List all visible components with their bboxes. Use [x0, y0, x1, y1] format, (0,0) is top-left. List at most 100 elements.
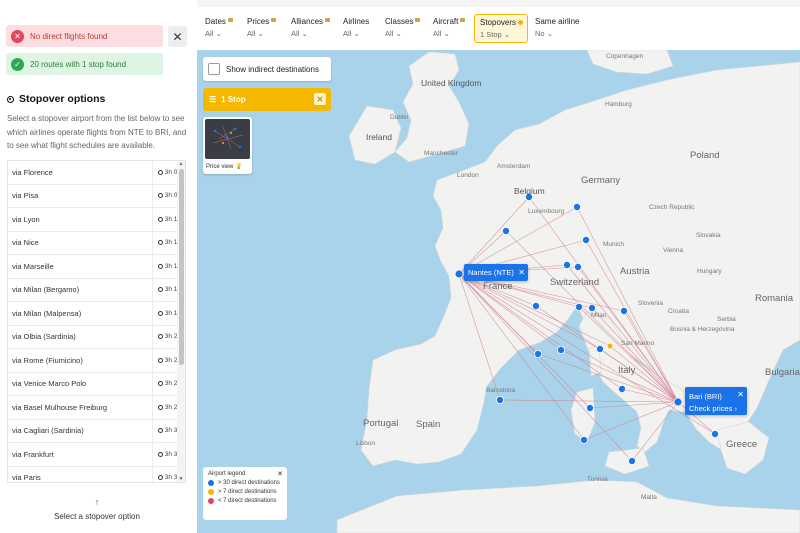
- check-prices-link[interactable]: Check prices ›: [689, 404, 737, 413]
- legend-dot: [208, 480, 214, 486]
- scroll-down-icon[interactable]: ▼: [177, 476, 185, 482]
- stopover-row[interactable]: via Venice Marco Polo 3h 20: [8, 372, 185, 396]
- airport-marker[interactable]: [501, 226, 510, 235]
- stopover-row[interactable]: via Rome (Fiumicino) 3h 20: [8, 349, 185, 373]
- map-label-luxembourg: Luxembourg: [528, 208, 565, 215]
- stopover-row-label: via Milan (Malpensa): [12, 308, 82, 318]
- close-panel-button[interactable]: ✕: [168, 26, 187, 47]
- airport-marker[interactable]: [562, 260, 571, 269]
- filter-prices[interactable]: Prices All ⌄: [247, 17, 277, 38]
- filter-prices-value: All: [247, 29, 256, 38]
- show-indirect-destinations-toggle[interactable]: Show indirect destinations: [203, 57, 331, 81]
- close-icon[interactable]: ✕: [314, 93, 326, 105]
- lock-icon: [227, 18, 233, 22]
- close-icon: ✕: [11, 29, 24, 43]
- filter-classes[interactable]: Classes All ⌄: [385, 17, 421, 38]
- map-label-london: London: [457, 172, 479, 179]
- land-north-africa: [336, 479, 800, 533]
- airport-marker[interactable]: [711, 429, 720, 438]
- stopover-row[interactable]: via Florence 3h 05: [8, 161, 185, 185]
- airport-marker[interactable]: [627, 456, 636, 465]
- map-label-portugal: Portugal: [363, 418, 399, 429]
- check-icon: ✓: [11, 57, 24, 71]
- stop-filter-chip[interactable]: ☰ 1 Stop ✕: [203, 88, 331, 111]
- airport-marker[interactable]: [574, 302, 583, 311]
- filter-classes-value: All: [385, 29, 394, 38]
- filter-airlines[interactable]: Airlines All ⌄: [343, 17, 369, 38]
- stopover-description: Select a stopover airport from the list …: [7, 114, 187, 150]
- airport-marker[interactable]: [595, 344, 604, 353]
- filter-dates[interactable]: Dates All ⌄: [205, 17, 233, 38]
- stopover-row[interactable]: via Cagliari (Sardinia) 3h 30: [8, 419, 185, 443]
- airport-marker[interactable]: [531, 301, 540, 310]
- legend-title: Airport legend: [208, 471, 246, 477]
- scroll-up-icon[interactable]: ▲: [177, 161, 185, 167]
- close-icon[interactable]: ✕: [277, 470, 283, 478]
- stopover-row[interactable]: via Nice 3h 10: [8, 231, 185, 255]
- airport-marker[interactable]: [581, 235, 590, 244]
- destination-airport-marker[interactable]: [673, 397, 683, 407]
- filter-airlines-value: All: [343, 29, 352, 38]
- stopover-row[interactable]: via Marseille 3h 15: [8, 255, 185, 279]
- map-label-milan: Milan: [591, 312, 607, 319]
- map-label-dublin: Dublin: [390, 114, 409, 121]
- select-stopover-text: Select a stopover option: [54, 512, 140, 521]
- stopover-row-label: via Paris: [12, 473, 41, 483]
- stopover-row[interactable]: via Lyon 3h 10: [8, 208, 185, 232]
- legend-item-small: < 7 direct destinations: [208, 498, 282, 504]
- lock-icon: [271, 18, 277, 22]
- price-view-button[interactable]: Price view 💡: [203, 117, 252, 174]
- stopover-row[interactable]: via Olbia (Sardinia) 3h 20: [8, 325, 185, 349]
- origin-tooltip[interactable]: Nantes (NTE) ✕: [464, 264, 528, 281]
- stopover-row[interactable]: via Milan (Bergamo) 3h 15: [8, 278, 185, 302]
- stopover-list-scrollbar[interactable]: ▲ ▼: [177, 161, 185, 482]
- stopover-row[interactable]: via Pisa 3h 05: [8, 184, 185, 208]
- airport-marker[interactable]: [617, 384, 626, 393]
- filter-alliances-value: All: [291, 29, 300, 38]
- airport-marker[interactable]: [585, 403, 594, 412]
- route-map[interactable]: United Kingdom Ireland Dublin Belgium Lu…: [197, 50, 800, 533]
- stopover-row[interactable]: via Paris 3h 35: [8, 466, 185, 483]
- stopover-row[interactable]: via Basel Mulhouse Freiburg 3h 25: [8, 396, 185, 420]
- stopover-list[interactable]: via Florence 3h 05 via Pisa 3h 05 via Lyon 3h…: [7, 160, 186, 483]
- legend-label: < 7 direct destinations: [218, 498, 277, 504]
- chevron-down-icon: ⌄: [546, 29, 553, 38]
- airport-marker[interactable]: [579, 435, 588, 444]
- airport-marker[interactable]: [533, 349, 542, 358]
- check-prices-text: Check prices: [689, 404, 733, 413]
- filter-bar: Dates All ⌄ Prices All ⌄ Alliances All ⌄…: [197, 0, 800, 50]
- airport-marker[interactable]: [619, 306, 628, 315]
- map-label-tunisia: Tunisia: [587, 476, 608, 483]
- success-alert-text: 20 routes with 1 stop found: [30, 59, 127, 69]
- filter-stopovers[interactable]: Stopovers 1 Stop ⌄: [474, 14, 529, 43]
- stopover-row[interactable]: via Milan (Malpensa) 3h 15: [8, 302, 185, 326]
- origin-airport-marker[interactable]: [454, 269, 464, 279]
- chevron-down-icon: ⌄: [443, 29, 450, 38]
- close-icon: ✕: [172, 29, 183, 44]
- map-label-united-kingdom: United Kingdom: [421, 78, 482, 88]
- filter-aircraft[interactable]: Aircraft All ⌄: [433, 17, 466, 38]
- airport-marker[interactable]: [587, 303, 596, 312]
- destination-tooltip[interactable]: Bari (BRI) Check prices › ✕: [685, 387, 747, 415]
- map-label-italy: Italy: [618, 365, 636, 376]
- stopover-title-text: Stopover options: [19, 93, 106, 105]
- filter-airlines-label: Airlines: [343, 17, 370, 26]
- stopover-row[interactable]: via Frankfurt 3h 30: [8, 443, 185, 467]
- map-label-austria: Austria: [620, 266, 650, 277]
- airport-marker[interactable]: [495, 395, 504, 404]
- airport-marker[interactable]: [573, 262, 582, 271]
- map-label-switzerland: Switzerland: [550, 277, 600, 288]
- airport-marker[interactable]: [556, 345, 565, 354]
- checkbox[interactable]: [208, 63, 220, 75]
- filter-alliances[interactable]: Alliances All ⌄: [291, 17, 331, 38]
- clock-icon: [157, 193, 163, 199]
- close-icon[interactable]: ✕: [737, 389, 744, 401]
- filter-same-airline[interactable]: Same airline No ⌄: [535, 17, 579, 38]
- close-icon[interactable]: ✕: [518, 268, 525, 277]
- airport-marker[interactable]: [572, 202, 581, 211]
- map-label-poland: Poland: [690, 150, 720, 161]
- map-label-ireland: Ireland: [366, 132, 392, 142]
- scroll-thumb[interactable]: [178, 169, 184, 365]
- legend-item-medium: > 7 direct destinations: [208, 489, 282, 495]
- airport-marker[interactable]: [606, 342, 614, 350]
